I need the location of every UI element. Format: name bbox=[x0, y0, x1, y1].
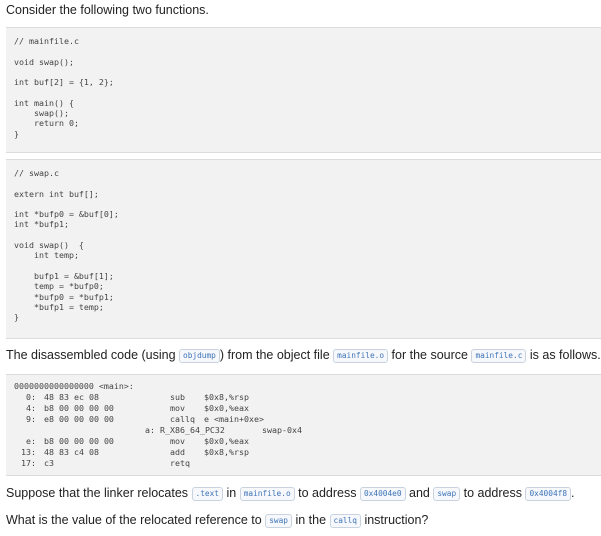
disasm-addr: 17: bbox=[21, 458, 36, 468]
sentence-text: to address bbox=[460, 486, 526, 500]
sentence-text: is as follows. bbox=[526, 348, 601, 362]
disasm-bytes: e8 00 00 00 00 bbox=[44, 414, 114, 424]
disasm-op: add bbox=[170, 447, 185, 457]
sentence-text: . bbox=[571, 486, 575, 500]
disasm-arg: e <main+0xe> bbox=[204, 414, 264, 424]
sentence-text: The disassembled code (using bbox=[6, 348, 180, 362]
code-chip-text-section: .text bbox=[191, 487, 224, 501]
swap-code: // swap.c extern int buf[]; int *bufp0 =… bbox=[14, 168, 119, 323]
disasm-bytes: 48 83 c4 08 bbox=[44, 447, 99, 457]
code-chip-swap: swap bbox=[265, 514, 292, 528]
disasm-arg: $0x0,%eax bbox=[204, 403, 249, 413]
disasm-addr: e: bbox=[26, 436, 36, 446]
disassembly-block: 0000000000000000 <main>: 0: 48 83 ec 08 su… bbox=[6, 374, 601, 476]
disasm-addr: 4: bbox=[26, 403, 36, 413]
disasm-addr: 13: bbox=[21, 447, 36, 457]
disasm-bytes: c3 bbox=[44, 458, 54, 468]
mainfile-code: // mainfile.c void swap(); int buf[2] = … bbox=[14, 36, 114, 139]
disasm-op: retq bbox=[170, 458, 190, 468]
disasm-bytes: b8 00 00 00 00 bbox=[44, 403, 114, 413]
disasm-bytes: b8 00 00 00 00 bbox=[44, 436, 114, 446]
sentence-text: and bbox=[405, 486, 434, 500]
code-chip-mainfile-o: mainfile.o bbox=[239, 487, 295, 501]
disasm-arg: $0x0,%eax bbox=[204, 436, 249, 446]
disasm-op: mov bbox=[170, 403, 185, 413]
intro-text: Consider the following two functions. bbox=[6, 3, 209, 17]
disasm-arg: $0x8,%rsp bbox=[204, 392, 249, 402]
sentence-text: to address bbox=[294, 486, 360, 500]
mainfile-code-block: // mainfile.c void swap(); int buf[2] = … bbox=[6, 27, 601, 153]
disasm-op: mov bbox=[170, 436, 185, 446]
sentence-text: What is the value of the relocated refer… bbox=[6, 513, 266, 527]
sentence-text: ) from the object file bbox=[219, 348, 334, 362]
code-chip-swap: swap bbox=[433, 487, 461, 501]
disasm-sentence: The disassembled code (using objdump) fr… bbox=[6, 348, 601, 363]
code-chip-mainfile-o: mainfile.o bbox=[333, 349, 389, 363]
code-chip-objdump: objdump bbox=[179, 349, 220, 363]
disasm-arg: $0x8,%rsp bbox=[204, 447, 249, 457]
disasm-bytes: 48 83 ec 08 bbox=[44, 392, 99, 402]
code-chip-mainfile-c: mainfile.c bbox=[471, 349, 527, 363]
sentence-text: for the source bbox=[388, 348, 472, 362]
sentence-text: instruction? bbox=[360, 513, 429, 527]
reloc-entry: a: R_X86_64_PC32 bbox=[145, 425, 225, 435]
code-chip-address-swap: 0x4004f8 bbox=[525, 487, 572, 501]
sentence-text: in the bbox=[291, 513, 330, 527]
disasm-addr: 0: bbox=[26, 392, 36, 402]
reloc-target: swap-0x4 bbox=[262, 425, 302, 435]
disasm-header: 0000000000000000 <main>: bbox=[14, 381, 134, 391]
question-sentence: What is the value of the relocated refer… bbox=[6, 513, 428, 528]
sentence-text: Suppose that the linker relocates bbox=[6, 486, 192, 500]
suppose-sentence: Suppose that the linker relocates .text … bbox=[6, 486, 575, 501]
disasm-op: callq bbox=[170, 414, 195, 424]
code-chip-callq: callq bbox=[329, 514, 361, 528]
code-chip-address-text: 0x4004e0 bbox=[359, 487, 406, 501]
disasm-addr: 9: bbox=[26, 414, 36, 424]
swap-code-block: // swap.c extern int buf[]; int *bufp0 =… bbox=[6, 159, 601, 339]
sentence-text: in bbox=[223, 486, 240, 500]
disasm-op: sub bbox=[170, 392, 185, 402]
